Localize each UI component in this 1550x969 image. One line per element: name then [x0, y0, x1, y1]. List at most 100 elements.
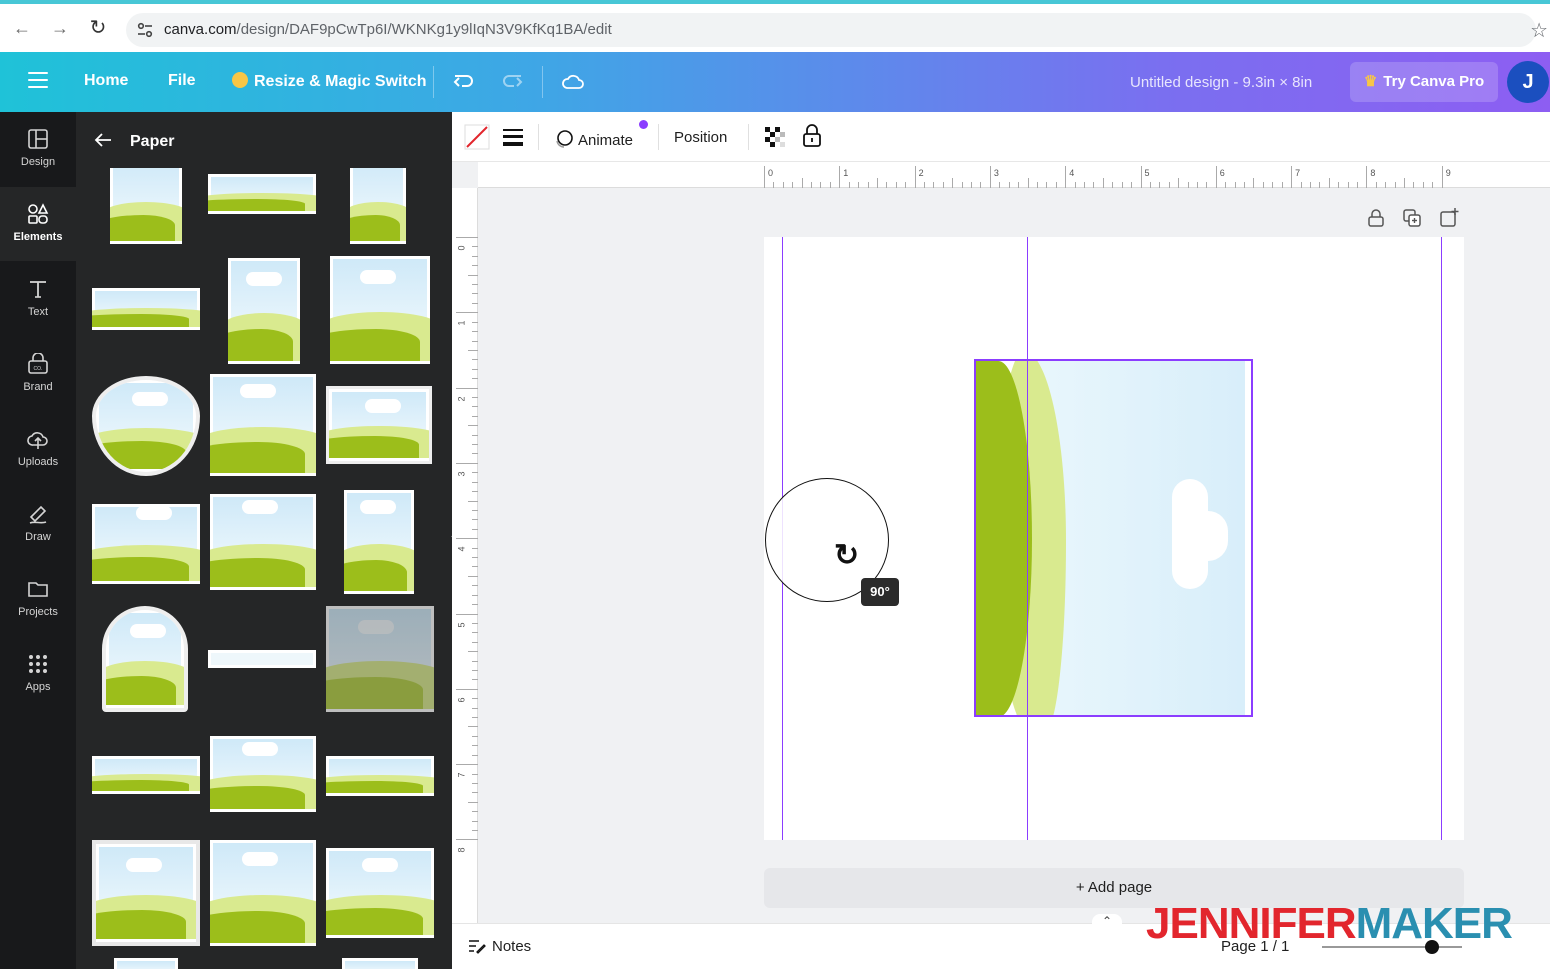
- ruler-minor-tick: [1375, 182, 1377, 188]
- rotate-icon[interactable]: ↻: [834, 538, 859, 573]
- elements-panel: Paper: [76, 112, 452, 969]
- ruler-minor-tick: [472, 547, 478, 549]
- menu-icon[interactable]: [28, 72, 48, 90]
- ruler-minor-tick: [1413, 182, 1415, 188]
- sidebar-item-projects[interactable]: Projects: [0, 562, 76, 636]
- ruler-label: 5: [456, 621, 467, 628]
- panel-header: Paper: [76, 112, 452, 168]
- ruler-tick: [914, 166, 916, 188]
- home-button[interactable]: Home: [84, 72, 128, 90]
- paper-element[interactable]: [326, 386, 432, 464]
- paper-arch-element[interactable]: [102, 606, 188, 712]
- address-bar[interactable]: canva.com/design/DAF9pCwTp6I/WKNKg1y9lIq…: [126, 13, 1536, 47]
- paper-element[interactable]: [210, 374, 316, 476]
- paper-element[interactable]: [342, 958, 418, 969]
- ruler-minor-tick: [1422, 182, 1424, 188]
- paper-strip-element[interactable]: [208, 650, 316, 668]
- sidebar-rail: Design Elements Text CO. Brand Uploads D…: [0, 112, 76, 969]
- paper-element[interactable]: [92, 288, 200, 330]
- layout-icon: [28, 129, 48, 149]
- duplicate-page-icon[interactable]: [1402, 208, 1422, 228]
- ruler-minor-tick: [472, 622, 478, 624]
- paper-frame-element[interactable]: [92, 840, 200, 946]
- ruler-minor-tick: [472, 792, 478, 794]
- paper-element[interactable]: [210, 494, 316, 590]
- ruler-minor-tick: [1102, 178, 1104, 188]
- ruler-tick: [456, 764, 478, 766]
- try-canva-pro-button[interactable]: ♛ Try Canva Pro: [1350, 62, 1498, 102]
- ruler-minor-tick: [980, 182, 982, 188]
- ruler-tick: [456, 387, 478, 389]
- paper-heart-element[interactable]: [92, 376, 200, 476]
- paper-element[interactable]: [350, 158, 406, 244]
- sidebar-item-apps[interactable]: Apps: [0, 637, 76, 711]
- paper-element[interactable]: [92, 504, 200, 584]
- arrow-left-icon[interactable]: [94, 132, 112, 148]
- ruler-minor-tick: [472, 481, 478, 483]
- design-title[interactable]: Untitled design - 9.3in × 8in: [1130, 74, 1312, 91]
- notes-button[interactable]: Notes: [468, 938, 531, 955]
- redo-icon[interactable]: [499, 69, 525, 95]
- paper-element[interactable]: [330, 256, 430, 364]
- ruler-minor-tick: [1234, 182, 1236, 188]
- lock-icon[interactable]: [802, 124, 822, 148]
- sidebar-item-text[interactable]: Text: [0, 262, 76, 336]
- sidebar-item-elements[interactable]: Elements: [0, 187, 76, 261]
- sidebar-item-draw[interactable]: Draw: [0, 487, 76, 561]
- paper-element[interactable]: [208, 174, 316, 214]
- add-page-icon[interactable]: [1439, 208, 1459, 228]
- avatar[interactable]: J: [1507, 61, 1549, 103]
- ruler-vertical: 0 1 2 3 4 5 6 7 8: [452, 188, 478, 969]
- ruler-label: 2: [456, 396, 467, 402]
- ruler-minor-tick: [1309, 182, 1311, 188]
- ruler-minor-tick: [472, 528, 478, 530]
- paper-element[interactable]: [92, 756, 200, 794]
- sidebar-item-brand[interactable]: CO. Brand: [0, 337, 76, 411]
- paper-element[interactable]: [210, 840, 316, 946]
- position-button[interactable]: Position: [674, 129, 727, 146]
- ruler-minor-tick: [1206, 182, 1208, 188]
- ruler-minor-tick: [472, 745, 478, 747]
- animate-button[interactable]: Animate: [554, 129, 633, 149]
- chevron-up-icon[interactable]: ⌃: [1092, 914, 1122, 934]
- ruler-minor-tick: [1347, 182, 1349, 188]
- lock-page-icon[interactable]: [1366, 208, 1386, 228]
- paper-element[interactable]: [326, 756, 434, 796]
- ruler-minor-tick: [1074, 182, 1076, 188]
- file-menu-button[interactable]: File: [168, 72, 196, 90]
- site-settings-icon[interactable]: [136, 21, 154, 39]
- paper-element[interactable]: [344, 490, 414, 594]
- ruler-minor-tick: [1385, 182, 1387, 188]
- paper-element[interactable]: [110, 158, 182, 244]
- ruler-minor-tick: [942, 182, 944, 188]
- arrow-right-icon[interactable]: →: [50, 18, 70, 38]
- ruler-minor-tick: [472, 707, 478, 709]
- reload-icon[interactable]: ↻: [88, 18, 108, 38]
- paper-element[interactable]: [114, 958, 178, 969]
- paper-element[interactable]: [210, 736, 316, 812]
- ruler-tick: [1065, 166, 1067, 188]
- sidebar-item-uploads[interactable]: Uploads: [0, 412, 76, 486]
- resize-magic-switch-button[interactable]: Resize & Magic Switch: [232, 72, 427, 91]
- star-icon[interactable]: ☆: [1530, 18, 1548, 43]
- paper-element[interactable]: [326, 848, 434, 938]
- paper-element[interactable]: [228, 258, 300, 364]
- ruler-minor-tick: [472, 491, 478, 493]
- transparency-icon[interactable]: [764, 126, 786, 148]
- border-color-icon[interactable]: [464, 124, 490, 150]
- divider: [542, 66, 543, 98]
- ruler-minor-tick: [1178, 178, 1180, 188]
- ruler-minor-tick: [472, 829, 478, 831]
- paper-element[interactable]: [326, 606, 434, 712]
- selected-paper-element[interactable]: [974, 359, 1253, 717]
- border-style-icon[interactable]: [502, 127, 524, 147]
- sidebar-item-design[interactable]: Design: [0, 112, 76, 186]
- ruler-minor-tick: [924, 182, 925, 188]
- ruler-minor-tick: [472, 604, 478, 606]
- ruler-label: 8: [1370, 168, 1376, 178]
- sidebar-item-label: Uploads: [17, 456, 59, 468]
- ruler-minor-tick: [1300, 182, 1302, 188]
- cloud-save-icon[interactable]: [560, 69, 586, 95]
- arrow-left-icon[interactable]: ←: [12, 18, 32, 38]
- undo-icon[interactable]: [451, 69, 477, 95]
